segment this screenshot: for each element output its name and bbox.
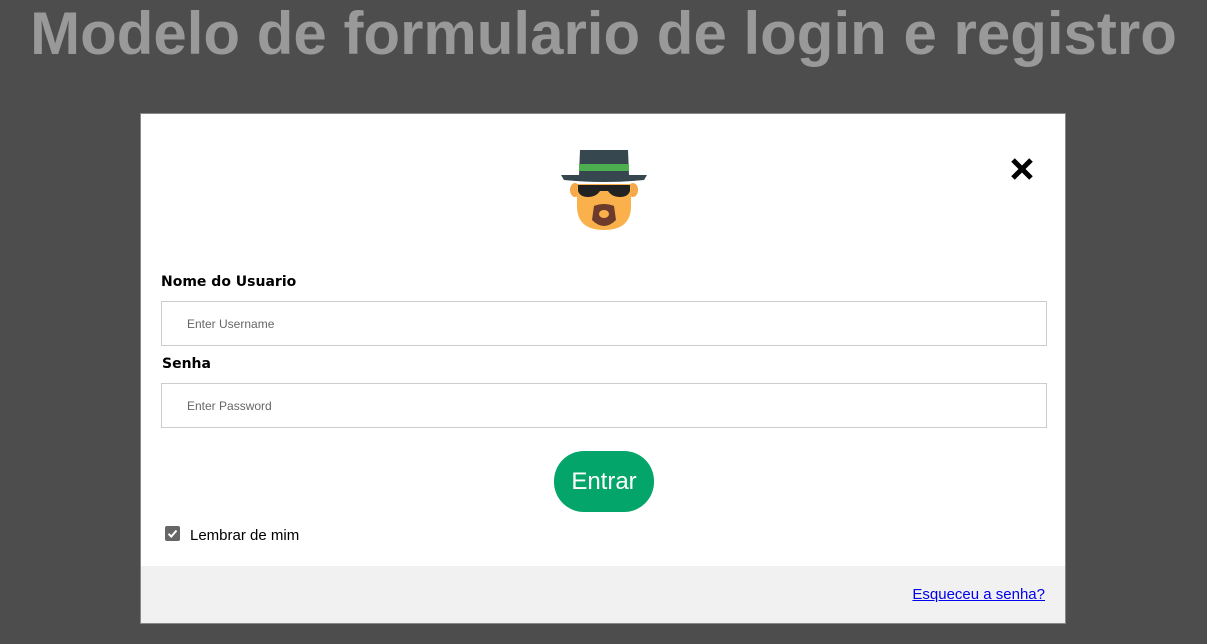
login-button[interactable]: Entrar: [554, 451, 654, 512]
checkmark-icon: [167, 529, 178, 538]
password-label: Senha: [162, 356, 211, 372]
login-modal: Nome do Usuario Senha Entrar Lembrar de …: [140, 113, 1066, 624]
page-title: Modelo de formulario de login e registro: [30, 0, 1177, 67]
password-input[interactable]: [161, 383, 1047, 428]
heisenberg-avatar-icon: [561, 150, 647, 230]
modal-footer: Esqueceu a senha?: [141, 566, 1065, 623]
forgot-password-link[interactable]: Esqueceu a senha?: [912, 586, 1045, 603]
remember-checkbox[interactable]: [165, 526, 180, 541]
close-icon: [1011, 158, 1033, 180]
close-button[interactable]: [1007, 154, 1037, 184]
username-input[interactable]: [161, 301, 1047, 346]
remember-me: Lembrar de mim: [165, 526, 300, 544]
username-label: Nome do Usuario: [161, 274, 297, 290]
remember-label: Lembrar de mim: [190, 527, 300, 544]
